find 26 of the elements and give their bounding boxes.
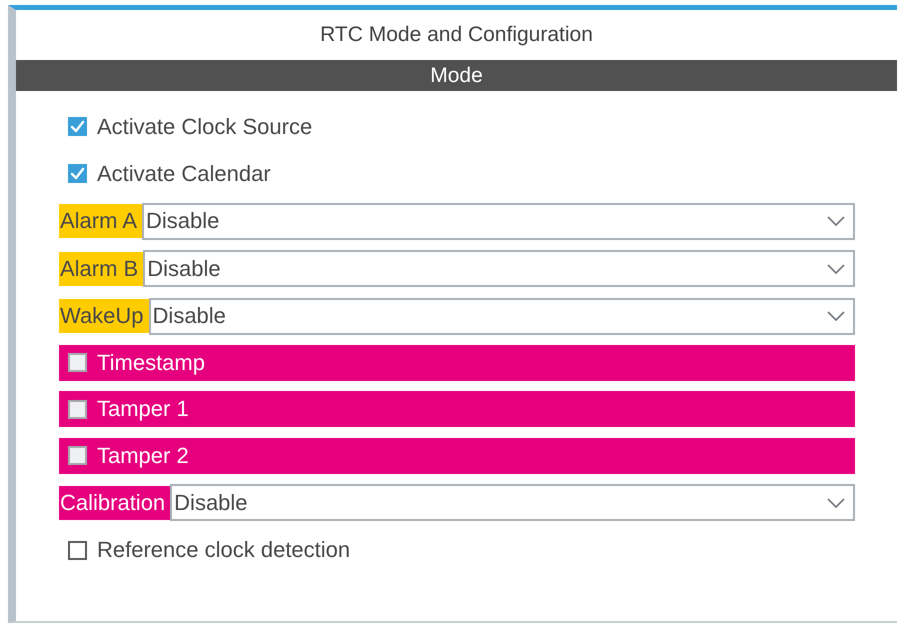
panel-title: RTC Mode and Configuration: [320, 23, 593, 47]
checkbox[interactable]: [68, 353, 87, 372]
field-label: WakeUp: [59, 299, 149, 334]
section-header: Mode: [16, 60, 897, 91]
checkbox[interactable]: [68, 540, 87, 560]
checkbox[interactable]: [68, 446, 87, 466]
checkbox[interactable]: [68, 117, 87, 136]
dropdown[interactable]: Disable: [142, 202, 855, 240]
chevron-down-icon: [827, 498, 845, 508]
checkbox-label: Activate Calendar: [97, 160, 271, 187]
field-label: Alarm A: [59, 204, 142, 238]
field-label: Calibration: [59, 486, 170, 520]
checkbox-label: Tamper 2: [97, 442, 189, 469]
chevron-down-icon: [827, 216, 845, 226]
checkbox-label: Timestamp: [97, 350, 205, 376]
checkbox-label: Tamper 1: [97, 396, 189, 422]
chevron-down-icon: [827, 264, 845, 274]
checkbox-label: Reference clock detection: [97, 537, 350, 564]
checkbox[interactable]: [68, 400, 87, 419]
field-label: Alarm B: [59, 252, 144, 286]
dropdown[interactable]: Disable: [148, 298, 855, 335]
checkbox[interactable]: [68, 164, 87, 184]
checkbox-label: Activate Clock Source: [97, 114, 312, 140]
chevron-down-icon: [827, 311, 845, 322]
dropdown[interactable]: Disable: [143, 250, 855, 288]
dropdown[interactable]: Disable: [170, 484, 855, 522]
